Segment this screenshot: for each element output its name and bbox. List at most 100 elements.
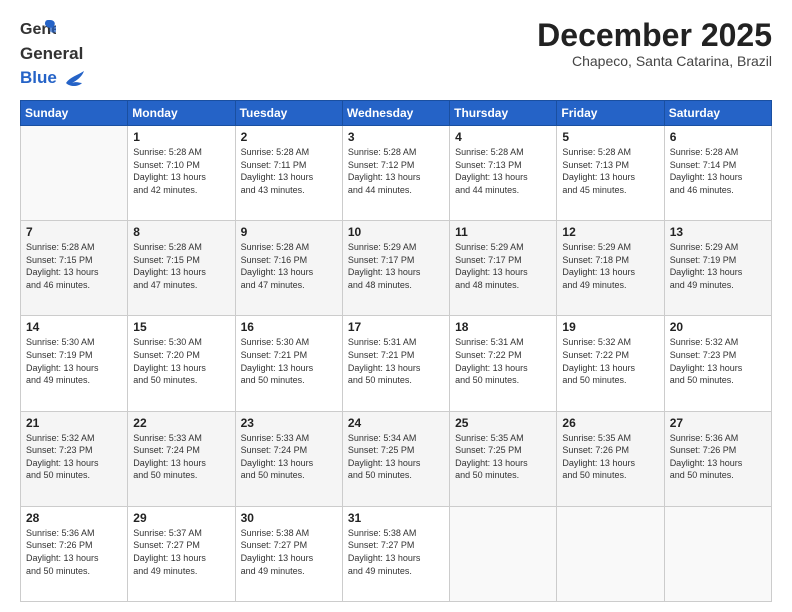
table-row: 21Sunrise: 5:32 AM Sunset: 7:23 PM Dayli…	[21, 411, 128, 506]
day-number: 16	[241, 320, 337, 334]
location: Chapeco, Santa Catarina, Brazil	[537, 53, 772, 69]
logo: General General Blue	[20, 18, 100, 90]
table-row: 2Sunrise: 5:28 AM Sunset: 7:11 PM Daylig…	[235, 126, 342, 221]
logo-svg: General	[20, 42, 100, 66]
col-thursday: Thursday	[450, 101, 557, 126]
day-info: Sunrise: 5:29 AM Sunset: 7:19 PM Dayligh…	[670, 241, 766, 291]
day-number: 13	[670, 225, 766, 239]
day-number: 18	[455, 320, 551, 334]
day-number: 29	[133, 511, 229, 525]
day-info: Sunrise: 5:28 AM Sunset: 7:10 PM Dayligh…	[133, 146, 229, 196]
day-number: 4	[455, 130, 551, 144]
svg-text:General: General	[20, 44, 83, 63]
month-year: December 2025	[537, 18, 772, 53]
calendar-week-row: 28 Sunrise: 5:36 AM Sunset: 7:26 PM Dayli…	[21, 506, 772, 601]
day-info: Sunrise: 5:36 AM Sunset: 7:26 PM Dayligh…	[670, 432, 766, 482]
table-row: 5Sunrise: 5:28 AM Sunset: 7:13 PM Daylig…	[557, 126, 664, 221]
day-number: 10	[348, 225, 444, 239]
day-number: 30	[241, 511, 337, 525]
day-number: 31	[348, 511, 444, 525]
day-number: 25	[455, 416, 551, 430]
calendar-body: 1 Sunrise: 5:28 AM Sunset: 7:10 PM Daylig…	[21, 126, 772, 602]
logo-text-row: General	[20, 42, 100, 66]
day-number: 7	[26, 225, 122, 239]
col-tuesday: Tuesday	[235, 101, 342, 126]
table-row: 24Sunrise: 5:34 AM Sunset: 7:25 PM Dayli…	[342, 411, 449, 506]
table-row: 22Sunrise: 5:33 AM Sunset: 7:24 PM Dayli…	[128, 411, 235, 506]
day-info: Sunrise: 5:28 AM Sunset: 7:13 PM Dayligh…	[562, 146, 658, 196]
table-row: 1 Sunrise: 5:28 AM Sunset: 7:10 PM Daylig…	[128, 126, 235, 221]
header: General General Blue December 202	[20, 18, 772, 90]
day-info: Sunrise: 5:36 AM Sunset: 7:26 PM Dayligh…	[26, 527, 122, 577]
day-number: 11	[455, 225, 551, 239]
table-row: 9 Sunrise: 5:28 AM Sunset: 7:16 PM Daylig…	[235, 221, 342, 316]
day-number: 21	[26, 416, 122, 430]
page: General General Blue December 202	[0, 0, 792, 612]
day-number: 8	[133, 225, 229, 239]
table-row: 16 Sunrise: 5:30 AM Sunset: 7:21 PM Dayli…	[235, 316, 342, 411]
table-row: 11 Sunrise: 5:29 AM Sunset: 7:17 PM Dayli…	[450, 221, 557, 316]
table-row: 6Sunrise: 5:28 AM Sunset: 7:14 PM Daylig…	[664, 126, 771, 221]
table-row: 27 Sunrise: 5:36 AM Sunset: 7:26 PM Dayli…	[664, 411, 771, 506]
calendar-week-row: 7 Sunrise: 5:28 AM Sunset: 7:15 PM Daylig…	[21, 221, 772, 316]
table-row: 26 Sunrise: 5:35 AM Sunset: 7:26 PM Dayli…	[557, 411, 664, 506]
col-saturday: Saturday	[664, 101, 771, 126]
day-number: 28	[26, 511, 122, 525]
day-info: Sunrise: 5:34 AM Sunset: 7:25 PM Dayligh…	[348, 432, 444, 482]
day-info: Sunrise: 5:28 AM Sunset: 7:12 PM Dayligh…	[348, 146, 444, 196]
day-info: Sunrise: 5:31 AM Sunset: 7:21 PM Dayligh…	[348, 336, 444, 386]
day-number: 12	[562, 225, 658, 239]
table-row: 28 Sunrise: 5:36 AM Sunset: 7:26 PM Dayli…	[21, 506, 128, 601]
calendar-week-row: 14 Sunrise: 5:30 AM Sunset: 7:19 PM Dayli…	[21, 316, 772, 411]
table-row: 8Sunrise: 5:28 AM Sunset: 7:15 PM Daylig…	[128, 221, 235, 316]
calendar-table: Sunday Monday Tuesday Wednesday Thursday…	[20, 100, 772, 602]
table-row: 13 Sunrise: 5:29 AM Sunset: 7:19 PM Dayli…	[664, 221, 771, 316]
calendar-week-row: 21Sunrise: 5:32 AM Sunset: 7:23 PM Dayli…	[21, 411, 772, 506]
table-row: 19 Sunrise: 5:32 AM Sunset: 7:22 PM Dayli…	[557, 316, 664, 411]
table-row: 31Sunrise: 5:38 AM Sunset: 7:27 PM Dayli…	[342, 506, 449, 601]
title-block: December 2025 Chapeco, Santa Catarina, B…	[537, 18, 772, 69]
day-number: 2	[241, 130, 337, 144]
table-row: 7 Sunrise: 5:28 AM Sunset: 7:15 PM Daylig…	[21, 221, 128, 316]
day-info: Sunrise: 5:29 AM Sunset: 7:18 PM Dayligh…	[562, 241, 658, 291]
table-row: 12 Sunrise: 5:29 AM Sunset: 7:18 PM Dayli…	[557, 221, 664, 316]
day-number: 26	[562, 416, 658, 430]
day-info: Sunrise: 5:29 AM Sunset: 7:17 PM Dayligh…	[455, 241, 551, 291]
table-row: 29 Sunrise: 5:37 AM Sunset: 7:27 PM Dayli…	[128, 506, 235, 601]
day-info: Sunrise: 5:31 AM Sunset: 7:22 PM Dayligh…	[455, 336, 551, 386]
table-row	[557, 506, 664, 601]
day-info: Sunrise: 5:35 AM Sunset: 7:25 PM Dayligh…	[455, 432, 551, 482]
day-info: Sunrise: 5:30 AM Sunset: 7:21 PM Dayligh…	[241, 336, 337, 386]
table-row: 20Sunrise: 5:32 AM Sunset: 7:23 PM Dayli…	[664, 316, 771, 411]
day-info: Sunrise: 5:33 AM Sunset: 7:24 PM Dayligh…	[241, 432, 337, 482]
day-number: 3	[348, 130, 444, 144]
table-row: 18 Sunrise: 5:31 AM Sunset: 7:22 PM Dayli…	[450, 316, 557, 411]
day-info: Sunrise: 5:28 AM Sunset: 7:13 PM Dayligh…	[455, 146, 551, 196]
svg-text:Blue: Blue	[20, 68, 57, 87]
day-info: Sunrise: 5:38 AM Sunset: 7:27 PM Dayligh…	[241, 527, 337, 577]
day-number: 1	[133, 130, 229, 144]
day-info: Sunrise: 5:28 AM Sunset: 7:15 PM Dayligh…	[26, 241, 122, 291]
day-info: Sunrise: 5:37 AM Sunset: 7:27 PM Dayligh…	[133, 527, 229, 577]
day-number: 19	[562, 320, 658, 334]
logo-blue-svg: Blue	[20, 66, 64, 90]
day-info: Sunrise: 5:30 AM Sunset: 7:19 PM Dayligh…	[26, 336, 122, 386]
day-number: 15	[133, 320, 229, 334]
table-row: 15 Sunrise: 5:30 AM Sunset: 7:20 PM Dayli…	[128, 316, 235, 411]
day-number: 27	[670, 416, 766, 430]
table-row	[21, 126, 128, 221]
table-row	[664, 506, 771, 601]
table-row	[450, 506, 557, 601]
day-number: 14	[26, 320, 122, 334]
day-info: Sunrise: 5:28 AM Sunset: 7:14 PM Dayligh…	[670, 146, 766, 196]
day-number: 9	[241, 225, 337, 239]
day-info: Sunrise: 5:30 AM Sunset: 7:20 PM Dayligh…	[133, 336, 229, 386]
day-number: 23	[241, 416, 337, 430]
day-info: Sunrise: 5:29 AM Sunset: 7:17 PM Dayligh…	[348, 241, 444, 291]
day-info: Sunrise: 5:28 AM Sunset: 7:16 PM Dayligh…	[241, 241, 337, 291]
table-row: 23 Sunrise: 5:33 AM Sunset: 7:24 PM Dayli…	[235, 411, 342, 506]
day-info: Sunrise: 5:35 AM Sunset: 7:26 PM Dayligh…	[562, 432, 658, 482]
day-info: Sunrise: 5:32 AM Sunset: 7:22 PM Dayligh…	[562, 336, 658, 386]
day-number: 20	[670, 320, 766, 334]
table-row: 14 Sunrise: 5:30 AM Sunset: 7:19 PM Dayli…	[21, 316, 128, 411]
